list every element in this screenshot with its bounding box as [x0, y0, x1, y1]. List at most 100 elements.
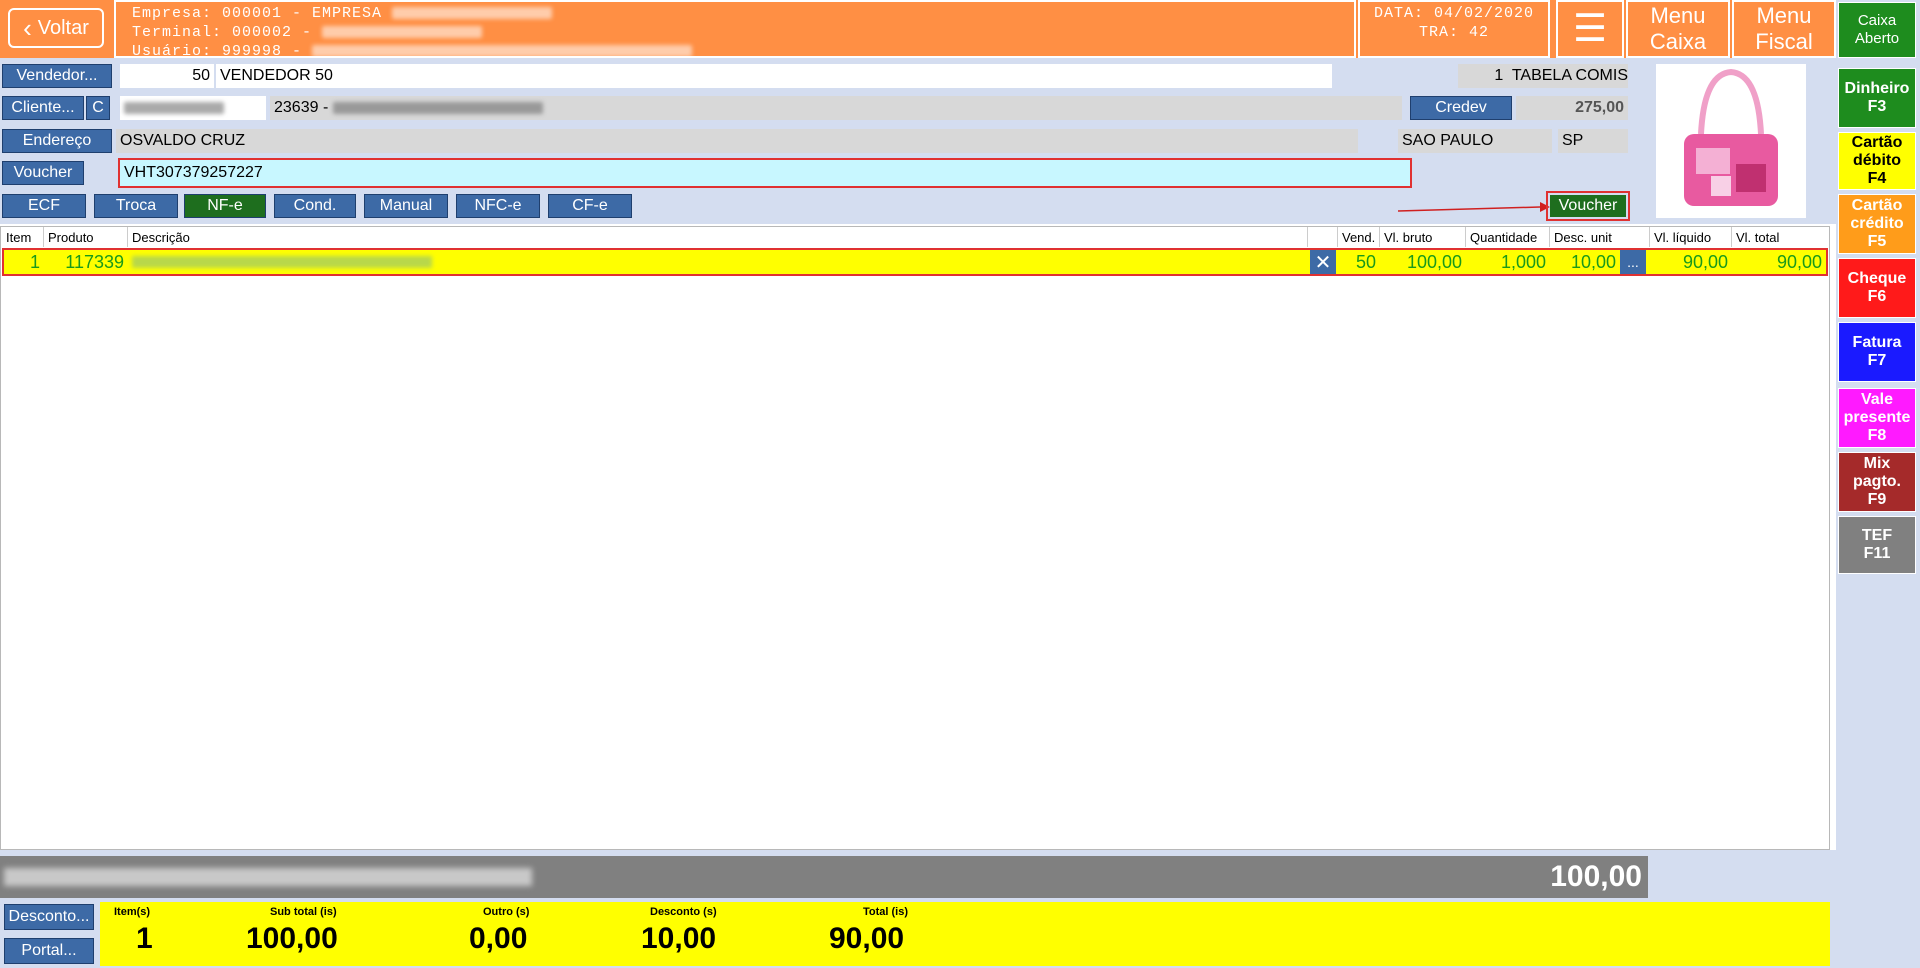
voucher-input-value: VHT307379257227 — [124, 164, 263, 181]
total-label-outro: Outro (s) — [483, 906, 530, 918]
caixa-status-badge: Caixa Aberto — [1838, 2, 1916, 58]
menu-fiscal-label: Menu Fiscal — [1755, 3, 1813, 54]
payment-label: Mix pagto. — [1853, 455, 1901, 490]
menu-caixa-button[interactable]: Menu Caixa — [1626, 0, 1730, 58]
total-value-subtotal: 100,00 — [246, 922, 338, 955]
vendedor-code-field[interactable]: 50 — [120, 64, 214, 88]
caixa-status-label: Caixa Aberto — [1854, 12, 1900, 47]
cliente-button[interactable]: Cliente... — [2, 96, 84, 120]
payment-button-f7[interactable]: Fatura F7 — [1838, 322, 1916, 382]
remove-item-button[interactable]: ✕ — [1310, 250, 1336, 274]
doc-button-label: ECF — [28, 197, 60, 214]
totals-panel — [100, 902, 1830, 966]
endereco-value: OSVALDO CRUZ — [120, 132, 246, 149]
row-desc-unit: 10,00 — [1570, 251, 1616, 272]
doc-button-label: NF-e — [207, 197, 243, 214]
cidade-value: SAO PAULO — [1402, 132, 1494, 149]
payment-key: F5 — [1867, 233, 1887, 250]
total-label-desconto: Desconto (s) — [650, 906, 717, 918]
row-vl-bruto: 100,00 — [1406, 251, 1462, 272]
col-header-vl-bruto: Vl. bruto — [1380, 227, 1466, 247]
total-value-desconto: 10,00 — [641, 922, 717, 955]
chevron-left-icon: ‹ — [23, 12, 32, 43]
tabela-value: 1 TABELA COMIS — [1494, 67, 1628, 84]
doc-button-label: Troca — [115, 197, 157, 214]
empresa-text: Empresa: 000001 - EMPRESA — [132, 5, 383, 22]
voucher-input[interactable]: VHT307379257227 — [118, 158, 1412, 188]
col-header-item: Item — [2, 227, 44, 247]
date-text: DATA: 04/02/2020 — [1373, 5, 1535, 22]
more-icon: ... — [1627, 254, 1639, 270]
col-header-produto: Produto — [44, 227, 128, 247]
payment-key: F8 — [1867, 427, 1887, 444]
row-item: 1 — [29, 251, 40, 272]
payment-button-f3[interactable]: Dinheiro F3 — [1838, 68, 1916, 128]
col-header-vend: Vend. — [1338, 227, 1380, 247]
portal-button-label: Portal... — [21, 942, 77, 959]
doc-button-label: Cond. — [293, 197, 337, 214]
doc-button-troca[interactable]: Troca — [94, 194, 178, 218]
cliente-doc-field[interactable] — [120, 96, 266, 120]
session-info: Empresa: 000001 - EMPRESA Terminal: 0000… — [114, 0, 1356, 60]
desconto-button[interactable]: Desconto... — [4, 904, 94, 930]
payment-label: Cartão débito — [1851, 134, 1903, 169]
doc-button-cond[interactable]: Cond. — [274, 194, 356, 218]
endereco-button-label: Endereço — [22, 132, 92, 149]
row-quantidade: 1,000 — [1500, 251, 1546, 272]
tra-text: TRA: 42 — [1418, 24, 1489, 41]
credev-button[interactable]: Credev — [1410, 96, 1512, 120]
payment-button-f6[interactable]: Cheque F6 — [1838, 258, 1916, 318]
voucher-apply-button[interactable]: Voucher — [1546, 191, 1630, 221]
col-header-quantidade: Quantidade — [1466, 227, 1550, 247]
menu-fiscal-button[interactable]: Menu Fiscal — [1732, 0, 1836, 58]
row-descricao — [132, 256, 432, 268]
voucher-apply-label: Voucher — [1558, 197, 1618, 214]
total-value-items: 1 — [136, 922, 153, 955]
uf-value: SP — [1562, 132, 1584, 149]
endereco-button[interactable]: Endereço — [2, 129, 112, 153]
doc-button-nfc-e[interactable]: NFC-e — [456, 194, 540, 218]
payment-label: Vale presente — [1843, 391, 1911, 426]
payment-button-f5[interactable]: Cartão crédito F5 — [1838, 194, 1916, 254]
col-header-spacer — [1308, 227, 1338, 247]
row-vl-total: 90,00 — [1776, 251, 1822, 272]
product-summary-bar: 100,00 — [0, 856, 1648, 898]
payment-button-f11[interactable]: TEF F11 — [1838, 516, 1916, 574]
back-button[interactable]: ‹ Voltar — [8, 8, 104, 48]
hamburger-button[interactable]: ☰ — [1556, 0, 1624, 58]
vendedor-name-value: VENDEDOR 50 — [220, 67, 333, 84]
cidade-field: SAO PAULO — [1398, 129, 1552, 153]
terminal-text: Terminal: 000002 - — [132, 24, 313, 41]
doc-button-manual[interactable]: Manual — [364, 194, 448, 218]
doc-button-label: Manual — [379, 197, 433, 214]
payment-label: TEF — [1861, 527, 1893, 544]
total-label-subtotal: Sub total (is) — [270, 906, 337, 918]
doc-button-nf-e[interactable]: NF-e — [184, 194, 266, 218]
tabela-field: 1 TABELA COMIS — [1458, 64, 1628, 88]
discount-detail-button[interactable]: ... — [1620, 250, 1646, 274]
doc-button-cf-e[interactable]: CF-e — [548, 194, 632, 218]
product-summary-text — [4, 868, 532, 886]
cliente-c-label: C — [92, 99, 104, 116]
payment-button-f9[interactable]: Mix pagto. F9 — [1838, 452, 1916, 512]
payment-button-f4[interactable]: Cartão débito F4 — [1838, 132, 1916, 190]
payment-key: F7 — [1867, 352, 1887, 369]
handbag-icon — [1684, 68, 1778, 206]
hamburger-icon: ☰ — [1572, 8, 1608, 50]
product-image — [1656, 64, 1806, 218]
payment-label: Cheque — [1847, 270, 1907, 287]
voucher-label-button[interactable]: Voucher — [2, 161, 84, 185]
payment-label: Fatura — [1852, 334, 1902, 351]
payment-button-f8[interactable]: Vale presente F8 — [1838, 388, 1916, 448]
cliente-c-button[interactable]: C — [86, 96, 110, 120]
col-header-descricao: Descrição — [128, 227, 1308, 247]
credev-button-label: Credev — [1435, 99, 1487, 116]
cliente-name-field: 23639 - — [270, 96, 1402, 120]
payment-key: F4 — [1867, 170, 1887, 187]
portal-button[interactable]: Portal... — [4, 938, 94, 964]
back-button-label: Voltar — [37, 16, 89, 39]
total-label-items: Item(s) — [114, 906, 151, 918]
vendedor-button[interactable]: Vendedor... — [2, 64, 112, 88]
doc-button-ecf[interactable]: ECF — [2, 194, 86, 218]
voucher-label: Voucher — [13, 164, 73, 181]
